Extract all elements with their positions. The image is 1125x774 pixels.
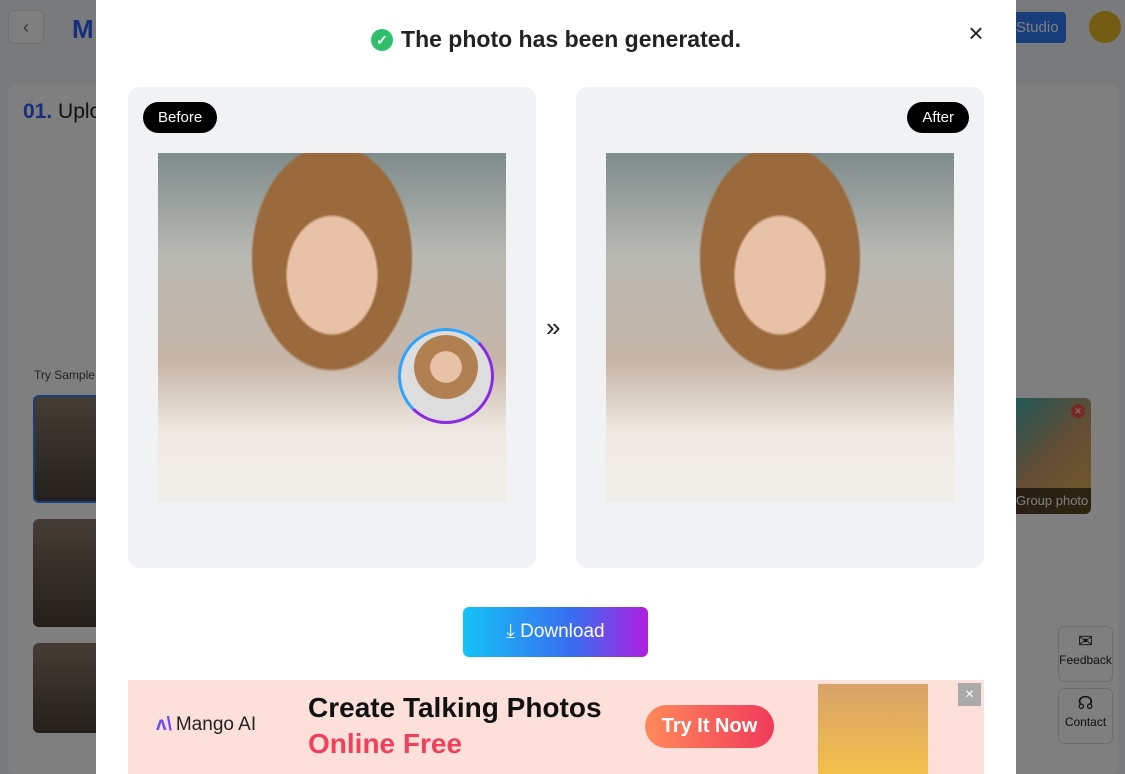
ad-banner[interactable]: ʌ\ Mango AI Create Talking Photos Online … [128, 680, 984, 774]
before-badge: Before [143, 102, 218, 133]
ad-headline: Create Talking Photos [308, 692, 602, 723]
ad-image [818, 684, 928, 774]
reference-face-thumb [398, 328, 494, 424]
download-icon: ⤓ [506, 621, 515, 642]
check-circle-icon: ✓ [371, 29, 394, 51]
try-it-now-button[interactable]: Try It Now [645, 705, 774, 748]
ad-brand: ʌ\ Mango AI [156, 714, 256, 736]
after-panel: After [576, 87, 984, 568]
after-photo [606, 153, 954, 502]
close-button[interactable]: × [964, 18, 988, 49]
ad-subheadline: Online Free [308, 728, 463, 759]
after-badge: After [907, 102, 969, 133]
modal-title: ✓ The photo has been generated. [96, 26, 1016, 53]
result-modal: ✓ The photo has been generated. × Before … [96, 0, 1016, 774]
mango-logo-icon: ʌ\ [156, 714, 172, 735]
download-button[interactable]: ⤓ Download [463, 607, 648, 657]
double-chevron-right-icon: » [546, 312, 561, 342]
before-photo [158, 153, 506, 502]
before-panel: Before [128, 87, 536, 568]
modal-title-text: The photo has been generated. [401, 26, 741, 52]
download-label: Download [520, 621, 605, 642]
ad-close-button[interactable]: × [958, 683, 981, 706]
ad-brand-text: Mango AI [175, 714, 257, 735]
